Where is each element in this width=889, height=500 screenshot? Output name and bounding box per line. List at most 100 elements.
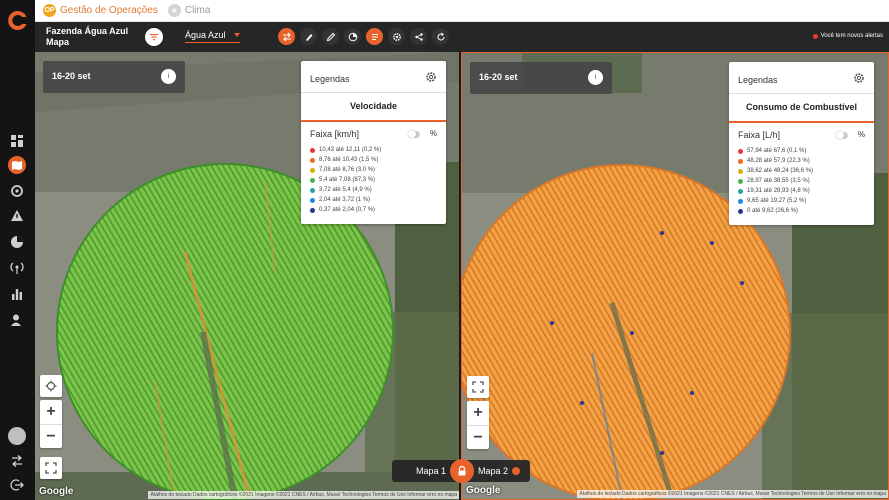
legend-item: 57,94 até 67,6 (0,1 %) (738, 146, 813, 156)
legend-swatch (738, 178, 743, 184)
warning-icon[interactable] (8, 207, 26, 225)
compare-tool-button[interactable] (278, 28, 295, 45)
legend-tool-button[interactable] (366, 28, 383, 45)
date-label: 16-20 set (52, 71, 91, 81)
legend-item-label: 10,43 até 12,11 (0,2 %) (319, 147, 382, 153)
page-subtitle: Mapa (46, 37, 70, 47)
swap-icon[interactable] (8, 452, 26, 470)
legend-swatch (310, 187, 315, 193)
alerts-notice[interactable]: Você tem novos alertas (812, 33, 883, 39)
legend-item: 0,37 até 2,04 (0,7 %) (310, 205, 381, 215)
page-title: Fazenda Água Azul Mapa (46, 26, 128, 48)
dashboard-icon[interactable] (8, 132, 26, 150)
draw-tool-button[interactable] (300, 28, 317, 45)
legend-swatch (738, 208, 743, 214)
lock-sync-button[interactable] (450, 459, 474, 483)
legend-divider (301, 92, 446, 93)
legend-unit: Faixa [km/h] (310, 129, 360, 139)
top-bar: OP Gestão de Operações ☀ Clima (35, 0, 889, 22)
legend-item-label: 0,37 até 2,04 (0,7 %) (319, 207, 376, 213)
fullscreen-button[interactable] (467, 376, 489, 398)
legend-item-label: 38,62 até 48,24 (36,6 %) (747, 168, 814, 174)
legend-variable[interactable]: Consumo de Combustível (729, 102, 874, 112)
farm-select[interactable]: Água Azul (185, 30, 240, 43)
legend-swatch (738, 148, 743, 154)
stats-tool-button[interactable] (344, 28, 361, 45)
legend-item: 28,97 até 38,55 (3,5 %) (738, 176, 813, 186)
alerts-label: Você tem novos alertas (820, 33, 883, 39)
legend-item: 7,08 até 8,76 (3,0 %) (310, 165, 381, 175)
logout-icon[interactable] (8, 476, 26, 494)
share-icon (414, 32, 423, 41)
legend-item-label: 7,08 até 8,76 (3,0 %) (319, 167, 376, 173)
operations-icon: OP (43, 4, 56, 17)
legend-panel: Legendas Velocidade Faixa [km/h] % 10,43… (301, 61, 446, 224)
pie-chart-icon (348, 32, 357, 41)
map-attribution[interactable]: Atalhos do teclado Dados cartográficos ©… (148, 491, 459, 499)
map1-toggle[interactable]: Mapa 1 (416, 466, 446, 476)
brush-icon (305, 33, 312, 41)
map2-toggle[interactable]: Mapa 2 (478, 466, 508, 476)
pie-chart-icon[interactable] (8, 233, 26, 251)
user-settings-icon[interactable] (8, 311, 26, 329)
swap-arrows-icon (282, 32, 291, 41)
tab-climate[interactable]: ☀ Clima (167, 4, 210, 17)
gear-icon[interactable] (853, 72, 865, 84)
percent-toggle[interactable] (836, 131, 848, 139)
settings-tool-button[interactable] (388, 28, 405, 45)
legend-title: Legendas (738, 75, 778, 85)
legend-swatch (310, 197, 315, 203)
legend-swatch (310, 147, 315, 153)
legend-swatch (738, 158, 743, 164)
zoom-out-button[interactable]: − (467, 425, 489, 449)
legend-variable[interactable]: Velocidade (301, 101, 446, 111)
share-tool-button[interactable] (410, 28, 427, 45)
zoom-in-button[interactable]: + (40, 400, 62, 424)
filter-button[interactable] (145, 28, 163, 46)
gear-icon[interactable] (425, 71, 437, 83)
map-panel-2[interactable]: 16-20 set i Legendas Consumo de Combustí… (461, 52, 889, 500)
fullscreen-icon (45, 462, 57, 474)
crosshair-icon (45, 380, 57, 392)
legend-swatch (310, 157, 315, 163)
map-icon[interactable] (8, 156, 26, 174)
map-header: Fazenda Água Azul Mapa Água Azul Você te… (35, 22, 889, 52)
legend-item: 9,65 até 19,27 (5,2 %) (738, 196, 813, 206)
map-attribution[interactable]: Atalhos do teclado Dados cartográficos ©… (577, 490, 888, 498)
zoom-in-button[interactable]: + (467, 401, 489, 425)
left-rail (0, 0, 35, 500)
legend-item-label: 5,4 até 7,08 (87,3 %) (319, 177, 376, 183)
legend-items: 57,94 até 67,6 (0,1 %) 48,28 até 57,9 (2… (738, 146, 813, 216)
measure-tool-button[interactable] (322, 28, 339, 45)
legend-item-label: 28,97 até 38,55 (3,5 %) (747, 178, 810, 184)
refresh-tool-button[interactable] (432, 28, 449, 45)
zoom-out-button[interactable]: − (40, 424, 62, 448)
tab-operations[interactable]: OP Gestão de Operações (43, 4, 158, 17)
map-panel-1[interactable]: 16-20 set i Legendas Velocidade Faixa [k… (35, 52, 459, 500)
legend-item: 3,72 até 5,4 (4,9 %) (310, 185, 381, 195)
locate-button[interactable] (40, 375, 62, 397)
legend-item: 10,43 até 12,11 (0,2 %) (310, 145, 381, 155)
legend-item: 5,4 até 7,08 (87,3 %) (310, 175, 381, 185)
percent-toggle[interactable] (408, 130, 420, 138)
info-button[interactable]: i (161, 69, 176, 84)
info-button[interactable]: i (588, 70, 603, 85)
antenna-icon[interactable] (8, 259, 26, 277)
legend-item-label: 2,04 até 3,72 (1 %) (319, 197, 371, 203)
legend-swatch (310, 207, 315, 213)
google-logo: Google (466, 485, 501, 496)
location-pin-icon[interactable] (8, 182, 26, 200)
fullscreen-button[interactable] (40, 457, 62, 479)
legend-swatch (310, 177, 315, 183)
bar-chart-icon[interactable] (8, 285, 26, 303)
percent-label: % (429, 129, 437, 138)
legend-item-label: 9,65 até 19,27 (5,2 %) (747, 198, 807, 204)
legend-item: 48,28 até 57,9 (22,3 %) (738, 156, 813, 166)
avatar[interactable] (8, 427, 26, 445)
refresh-icon (437, 32, 444, 40)
legend-item: 8,76 até 10,43 (1,5 %) (310, 155, 381, 165)
legend-title: Legendas (310, 74, 350, 84)
brand-logo-icon[interactable] (5, 8, 30, 33)
legend-items: 10,43 até 12,11 (0,2 %) 8,76 até 10,43 (… (310, 145, 381, 215)
zoom-control: + − (40, 400, 62, 448)
